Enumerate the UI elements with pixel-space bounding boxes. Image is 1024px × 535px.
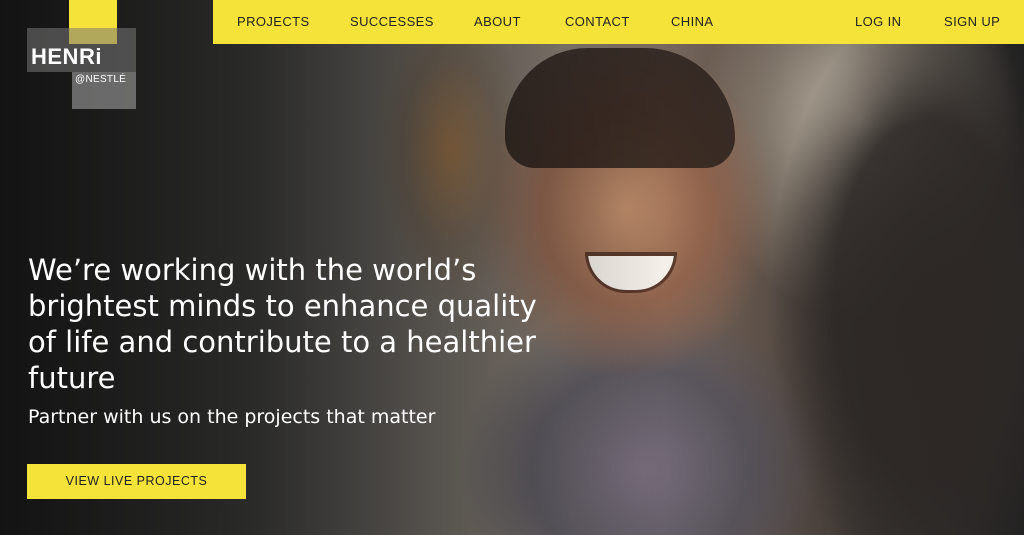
hero-headline: We’re working with the world’s brightest… <box>28 253 537 395</box>
logo-subtext: @NESTLÉ <box>75 74 127 85</box>
logo-wordmark: HENRi <box>31 44 102 69</box>
nav-item-china[interactable]: CHINA <box>671 14 713 29</box>
site-logo[interactable]: HENRi @NESTLÉ <box>27 28 136 109</box>
hero-subheadline: Partner with us on the projects that mat… <box>28 406 436 428</box>
view-live-projects-button[interactable]: VIEW LIVE PROJECTS <box>27 464 246 499</box>
hero-section: PROJECTS SUCCESSES ABOUT CONTACT CHINA L… <box>0 0 1024 535</box>
nav-item-contact[interactable]: CONTACT <box>565 14 630 29</box>
nav-item-projects[interactable]: PROJECTS <box>237 14 310 29</box>
nav-item-about[interactable]: ABOUT <box>474 14 521 29</box>
nav-item-successes[interactable]: SUCCESSES <box>350 14 434 29</box>
login-link[interactable]: LOG IN <box>855 14 901 29</box>
top-navbar: PROJECTS SUCCESSES ABOUT CONTACT CHINA L… <box>213 0 1024 44</box>
signup-link[interactable]: SIGN UP <box>944 14 1000 29</box>
